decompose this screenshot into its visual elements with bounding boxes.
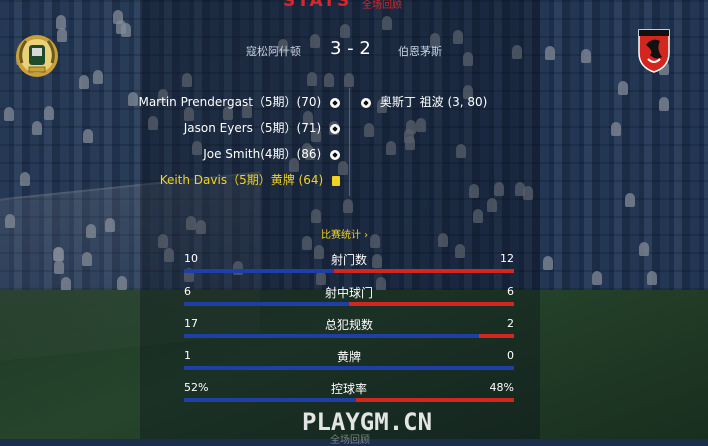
goal-ball-icon <box>361 97 371 108</box>
stat-label: 射门数 <box>330 253 367 267</box>
stat-bar-home <box>184 334 479 338</box>
stat-bar-away <box>479 334 514 338</box>
event-home-goal: Jason Eyers（5期）(71) <box>184 119 340 136</box>
stat-bar <box>184 334 514 338</box>
event-text: Keith Davis（5期）黄牌 (64) <box>159 173 324 187</box>
stat-row: 17 总犯规数 2 <box>184 317 514 347</box>
stat-bar-away <box>349 302 514 306</box>
stat-away-value: 2 <box>507 317 514 330</box>
match-score: 3 - 2 <box>330 38 371 59</box>
stat-row: 10 射门数 12 <box>184 252 514 282</box>
stat-bar <box>184 398 514 402</box>
stat-row: 6 射中球门 6 <box>184 285 514 315</box>
event-home-yellow-card: Keith Davis（5期）黄牌 (64) <box>160 171 340 188</box>
stat-bar <box>184 302 514 306</box>
stat-away-value: 12 <box>500 252 514 265</box>
stat-label: 射中球门 <box>324 286 373 300</box>
yellow-card-icon <box>332 175 340 186</box>
stat-bar <box>184 269 514 273</box>
event-text: Jason Eyers（5期）(71) <box>183 121 322 135</box>
event-away-goal: 奥斯丁 祖波 (3, 80) <box>361 93 487 110</box>
goal-ball-icon <box>330 123 340 134</box>
page-subtitle: 全场回顾 <box>362 0 402 11</box>
stat-bar-away <box>356 398 514 402</box>
stat-bar-away <box>334 269 514 273</box>
stat-away-value: 6 <box>507 285 514 298</box>
away-team-name: 伯恩茅斯 <box>398 45 442 58</box>
events-divider <box>349 88 350 196</box>
match-stats-link[interactable]: 比赛统计 › <box>321 226 368 241</box>
goal-ball-icon <box>330 149 340 160</box>
stat-label: 控球率 <box>330 382 367 396</box>
stat-away-value: 0 <box>507 349 514 362</box>
goal-ball-icon <box>330 97 340 108</box>
crest-laurel-icon <box>14 33 60 79</box>
stat-bar <box>184 366 514 370</box>
stat-bar-home <box>184 269 334 273</box>
page-title: STATS <box>283 0 352 11</box>
home-team-name: 寇松阿什顿 <box>246 45 301 58</box>
stat-row: 1 黄牌 0 <box>184 349 514 379</box>
event-text: Martin Prendergast（5期）(70) <box>138 95 322 109</box>
event-text: 奥斯丁 祖波 (3, 80) <box>379 95 488 109</box>
event-home-goal: Martin Prendergast（5期）(70) <box>138 93 340 110</box>
stat-away-value: 48% <box>489 381 514 394</box>
stat-row: 52% 控球率 48% <box>184 381 514 411</box>
stat-bar-home <box>184 366 514 370</box>
stat-label: 总犯规数 <box>324 318 373 332</box>
crest-cherries-icon <box>636 27 672 73</box>
stat-bar-home <box>184 398 356 402</box>
stat-label: 黄牌 <box>336 350 361 364</box>
stat-bar-home <box>184 302 349 306</box>
event-home-goal: Joe Smith(4期）(86) <box>203 145 340 162</box>
event-text: Joe Smith(4期）(86) <box>203 147 322 161</box>
